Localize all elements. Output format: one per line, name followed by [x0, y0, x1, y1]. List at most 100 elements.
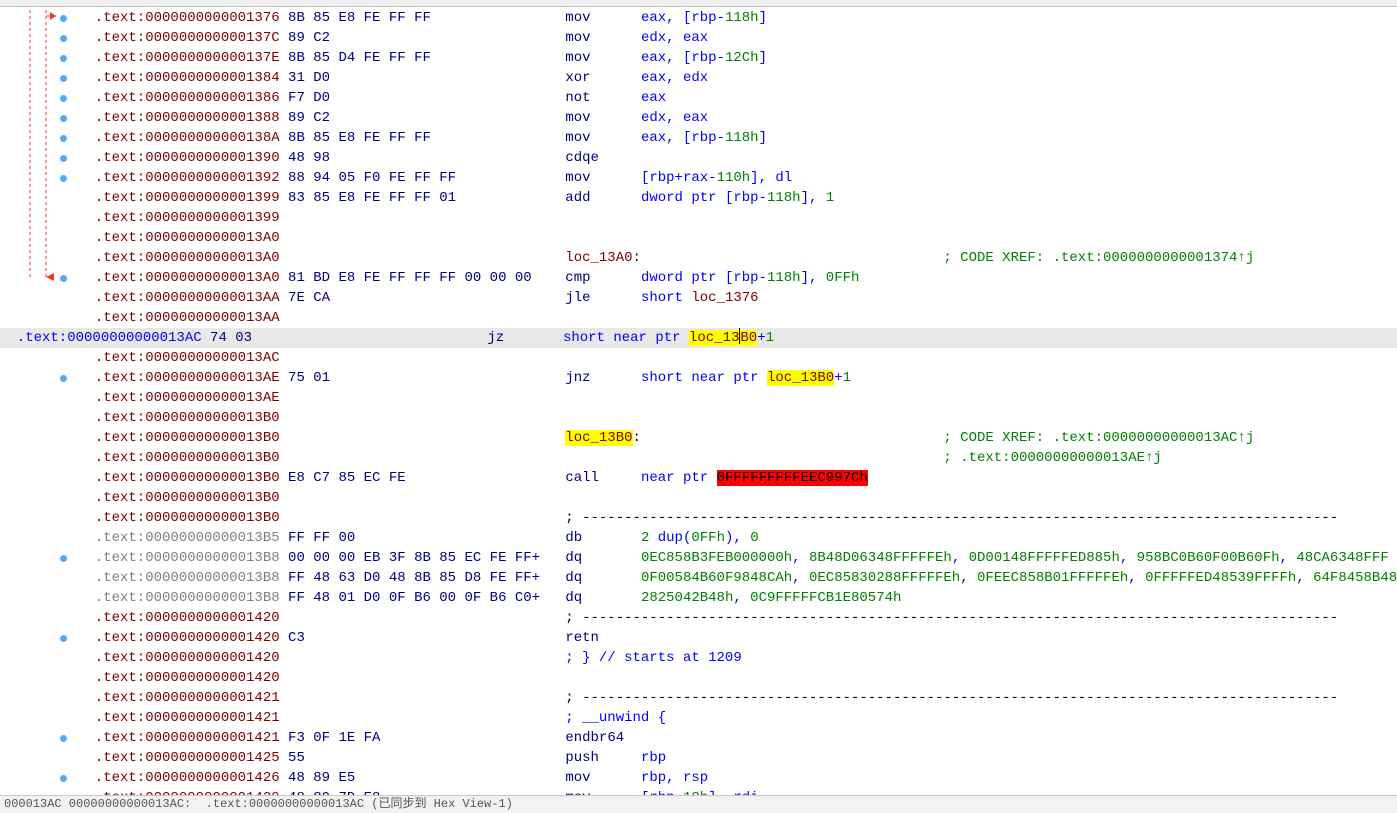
asm-line[interactable]: .text:0000000000001421 ; __unwind { — [0, 708, 1397, 728]
asm-text[interactable]: .text:00000000000013B0 — [78, 488, 1397, 508]
asm-line[interactable]: .text:0000000000001390 48 98 cdqe — [0, 148, 1397, 168]
asm-line[interactable]: .text:00000000000013AE 75 01 jnz short n… — [0, 368, 1397, 388]
asm-text[interactable]: .text:0000000000001420 ; ---------------… — [78, 608, 1397, 628]
gutter — [0, 428, 78, 448]
asm-line[interactable]: .text:000000000000137E 8B 85 D4 FE FF FF… — [0, 48, 1397, 68]
gutter — [0, 688, 78, 708]
asm-text[interactable]: .text:0000000000001429 48 89 7D E8 mov [… — [78, 788, 1397, 795]
breakpoint-dot — [60, 775, 67, 782]
asm-text[interactable]: .text:00000000000013AE 75 01 jnz short n… — [78, 368, 1397, 388]
asm-line[interactable]: .text:000000000000138A 8B 85 E8 FE FF FF… — [0, 128, 1397, 148]
asm-text[interactable]: .text:00000000000013B0 — [78, 408, 1397, 428]
asm-line[interactable]: .text:00000000000013AA — [0, 308, 1397, 328]
asm-text[interactable]: .text:00000000000013B8 FF 48 01 D0 0F B6… — [78, 588, 1397, 608]
asm-text[interactable]: .text:00000000000013B0 ; ---------------… — [78, 508, 1397, 528]
asm-text[interactable]: .text:00000000000013AE — [78, 388, 1397, 408]
asm-text[interactable]: .text:0000000000001376 8B 85 E8 FE FF FF… — [78, 8, 1397, 28]
asm-text[interactable]: .text:000000000000137E 8B 85 D4 FE FF FF… — [78, 48, 1397, 68]
asm-line[interactable]: .text:00000000000013B0 E8 C7 85 EC FE ca… — [0, 468, 1397, 488]
asm-text[interactable]: .text:00000000000013B5 FF FF 00 db 2 dup… — [78, 528, 1397, 548]
disassembly-listing[interactable]: .text:0000000000001376 8B 85 E8 FE FF FF… — [0, 8, 1397, 795]
asm-line[interactable]: .text:00000000000013B0 ; ---------------… — [0, 508, 1397, 528]
asm-line[interactable]: .text:000000000000137C 89 C2 mov edx, ea… — [0, 28, 1397, 48]
asm-text[interactable]: .text:00000000000013B8 FF 48 63 D0 48 8B… — [78, 568, 1397, 588]
asm-text[interactable]: .text:00000000000013AA 7E CA jle short l… — [78, 288, 1397, 308]
gutter — [0, 768, 78, 788]
asm-line[interactable]: .text:0000000000001392 88 94 05 F0 FE FF… — [0, 168, 1397, 188]
gutter — [0, 788, 78, 795]
asm-line[interactable]: .text:0000000000001399 — [0, 208, 1397, 228]
gutter — [0, 568, 78, 588]
status-bar: 000013AC 00000000000013AC: .text:0000000… — [0, 795, 1397, 813]
asm-line[interactable]: .text:00000000000013B0 — [0, 408, 1397, 428]
gutter — [0, 468, 78, 488]
asm-line[interactable]: .text:00000000000013A0 loc_13A0: ; CODE … — [0, 248, 1397, 268]
asm-line[interactable]: .text:00000000000013B0 — [0, 488, 1397, 508]
gutter — [0, 588, 78, 608]
breakpoint-dot — [60, 95, 67, 102]
asm-text[interactable]: .text:0000000000001392 88 94 05 F0 FE FF… — [78, 168, 1397, 188]
asm-text[interactable]: .text:00000000000013A0 81 BD E8 FE FF FF… — [78, 268, 1397, 288]
asm-text[interactable]: .text:00000000000013B8 00 00 00 EB 3F 8B… — [78, 548, 1397, 568]
asm-text[interactable]: .text:0000000000001399 — [78, 208, 1397, 228]
gutter — [0, 668, 78, 688]
asm-line[interactable]: .text:0000000000001420 — [0, 668, 1397, 688]
asm-text[interactable]: .text:0000000000001384 31 D0 xor eax, ed… — [78, 68, 1397, 88]
asm-text[interactable]: .text:0000000000001425 55 push rbp — [78, 748, 1397, 768]
asm-text[interactable]: .text:000000000000137C 89 C2 mov edx, ea… — [78, 28, 1397, 48]
asm-line[interactable]: .text:0000000000001421 ; ---------------… — [0, 688, 1397, 708]
asm-text[interactable]: .text:00000000000013AA — [78, 308, 1397, 328]
asm-text[interactable]: .text:00000000000013AC 74 03 jz short ne… — [0, 328, 1397, 348]
gutter — [0, 488, 78, 508]
asm-line[interactable]: .text:00000000000013AE — [0, 388, 1397, 408]
asm-line[interactable]: .text:00000000000013B8 FF 48 01 D0 0F B6… — [0, 588, 1397, 608]
asm-line[interactable]: .text:00000000000013AA 7E CA jle short l… — [0, 288, 1397, 308]
asm-text[interactable]: .text:0000000000001386 F7 D0 not eax — [78, 88, 1397, 108]
asm-text[interactable]: .text:00000000000013B0 E8 C7 85 EC FE ca… — [78, 468, 1397, 488]
gutter — [0, 248, 78, 268]
asm-text[interactable]: .text:00000000000013A0 loc_13A0: ; CODE … — [78, 248, 1397, 268]
asm-line[interactable]: .text:0000000000001426 48 89 E5 mov rbp,… — [0, 768, 1397, 788]
asm-text[interactable]: .text:0000000000001421 ; ---------------… — [78, 688, 1397, 708]
asm-line[interactable]: .text:0000000000001421 F3 0F 1E FA endbr… — [0, 728, 1397, 748]
asm-line[interactable]: .text:0000000000001425 55 push rbp — [0, 748, 1397, 768]
asm-text[interactable]: .text:0000000000001420 C3 retn — [78, 628, 1397, 648]
breakpoint-dot — [60, 35, 67, 42]
asm-text[interactable]: .text:0000000000001420 ; } // starts at … — [78, 648, 1397, 668]
asm-line[interactable]: .text:00000000000013AC — [0, 348, 1397, 368]
asm-text[interactable]: .text:0000000000001426 48 89 E5 mov rbp,… — [78, 768, 1397, 788]
gutter — [0, 648, 78, 668]
asm-text[interactable]: .text:0000000000001420 — [78, 668, 1397, 688]
asm-line[interactable]: .text:00000000000013B5 FF FF 00 db 2 dup… — [0, 528, 1397, 548]
gutter — [0, 288, 78, 308]
asm-line[interactable]: .text:0000000000001429 48 89 7D E8 mov [… — [0, 788, 1397, 795]
asm-line[interactable]: .text:00000000000013B0 ; .text:000000000… — [0, 448, 1397, 468]
asm-line[interactable]: .text:0000000000001388 89 C2 mov edx, ea… — [0, 108, 1397, 128]
asm-line[interactable]: .text:0000000000001420 ; } // starts at … — [0, 648, 1397, 668]
asm-line[interactable]: .text:0000000000001420 C3 retn — [0, 628, 1397, 648]
asm-text[interactable]: .text:00000000000013B0 ; .text:000000000… — [78, 448, 1397, 468]
asm-line[interactable]: .text:0000000000001386 F7 D0 not eax — [0, 88, 1397, 108]
asm-line[interactable]: .text:00000000000013B8 FF 48 63 D0 48 8B… — [0, 568, 1397, 588]
asm-text[interactable]: .text:0000000000001421 ; __unwind { — [78, 708, 1397, 728]
asm-text[interactable]: .text:00000000000013A0 — [78, 228, 1397, 248]
asm-text[interactable]: .text:0000000000001421 F3 0F 1E FA endbr… — [78, 728, 1397, 748]
asm-line[interactable]: .text:0000000000001420 ; ---------------… — [0, 608, 1397, 628]
asm-text[interactable]: .text:00000000000013B0 loc_13B0: ; CODE … — [78, 428, 1397, 448]
asm-line[interactable]: .text:0000000000001399 83 85 E8 FE FF FF… — [0, 188, 1397, 208]
asm-text[interactable]: .text:0000000000001399 83 85 E8 FE FF FF… — [78, 188, 1397, 208]
asm-line[interactable]: .text:00000000000013B0 loc_13B0: ; CODE … — [0, 428, 1397, 448]
breakpoint-dot — [60, 555, 67, 562]
asm-line[interactable]: .text:00000000000013A0 81 BD E8 FE FF FF… — [0, 268, 1397, 288]
gutter — [0, 208, 78, 228]
asm-line[interactable]: .text:0000000000001376 8B 85 E8 FE FF FF… — [0, 8, 1397, 28]
asm-text[interactable]: .text:000000000000138A 8B 85 E8 FE FF FF… — [78, 128, 1397, 148]
asm-line[interactable]: .text:00000000000013B8 00 00 00 EB 3F 8B… — [0, 548, 1397, 568]
gutter — [0, 528, 78, 548]
asm-text[interactable]: .text:0000000000001388 89 C2 mov edx, ea… — [78, 108, 1397, 128]
asm-line[interactable]: .text:0000000000001384 31 D0 xor eax, ed… — [0, 68, 1397, 88]
asm-line[interactable]: .text:00000000000013A0 — [0, 228, 1397, 248]
asm-line[interactable]: .text:00000000000013AC 74 03 jz short ne… — [0, 328, 1397, 348]
asm-text[interactable]: .text:0000000000001390 48 98 cdqe — [78, 148, 1397, 168]
asm-text[interactable]: .text:00000000000013AC — [78, 348, 1397, 368]
